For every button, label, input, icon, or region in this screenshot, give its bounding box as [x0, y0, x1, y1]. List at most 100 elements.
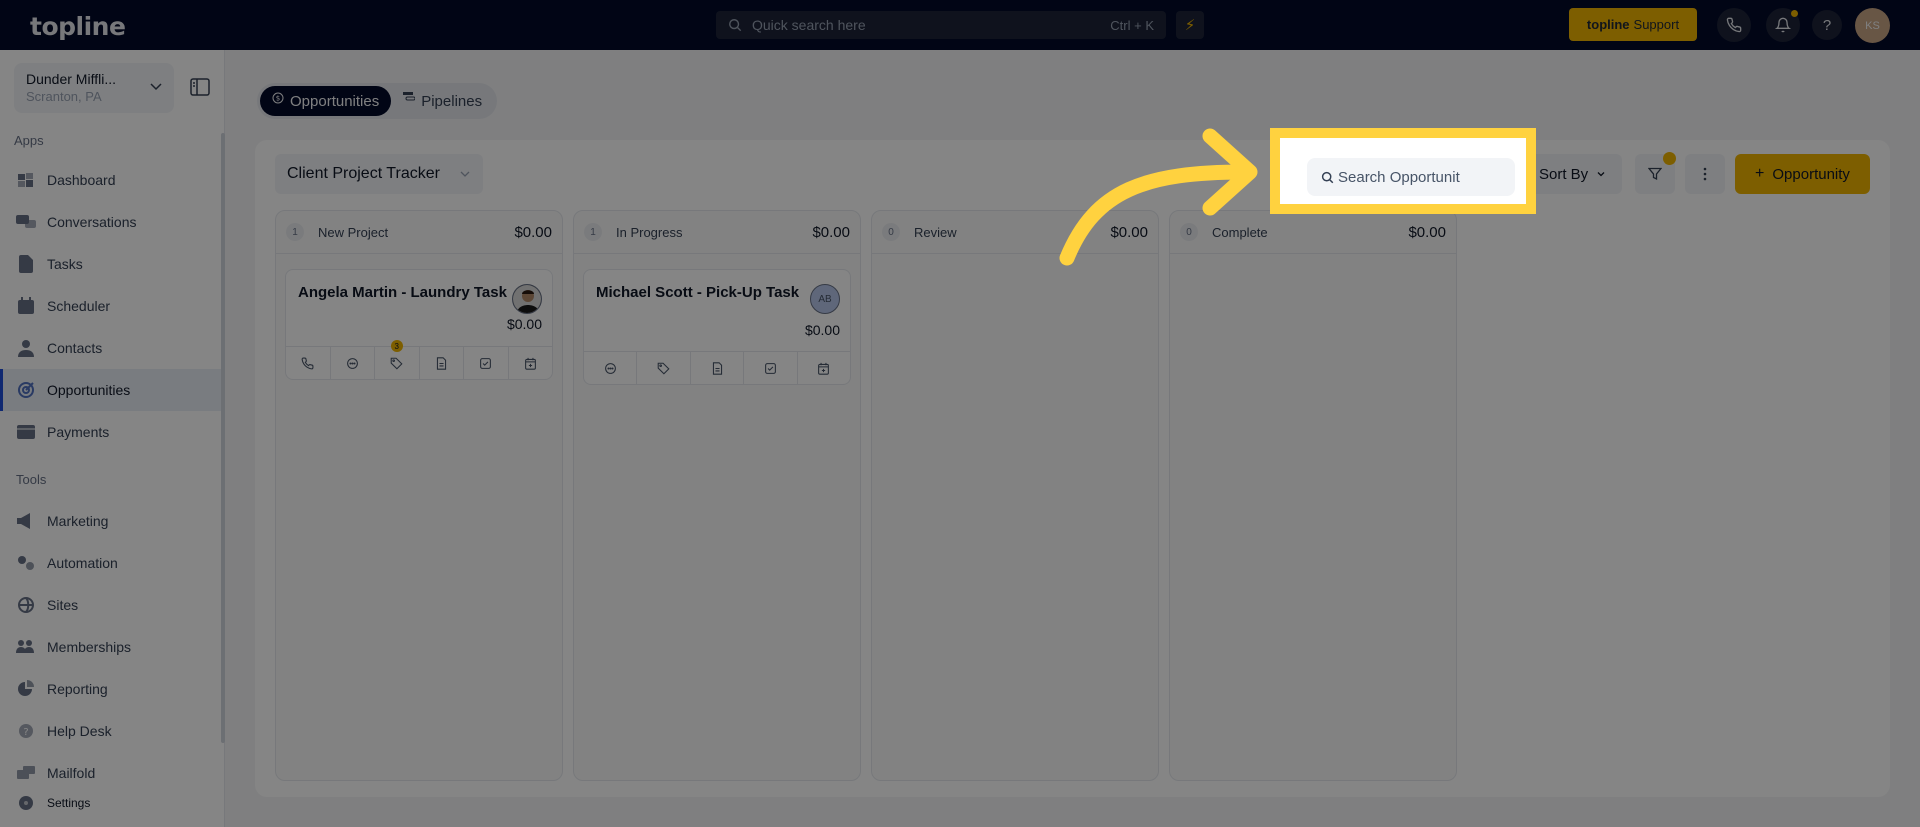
card-title: Michael Scott - Pick-Up Task [596, 284, 800, 301]
stage-header: 1 In Progress $0.00 [574, 211, 860, 254]
tab-opportunities[interactable]: $ Opportunities [260, 86, 392, 116]
stage-column-complete: 0 Complete $0.00 [1169, 210, 1457, 781]
sidebar-item-contacts[interactable]: Contacts [0, 327, 221, 369]
add-opportunity-button[interactable]: + Opportunity [1735, 154, 1870, 194]
document-icon [436, 356, 446, 370]
stage-title: Review [914, 224, 957, 240]
call-action[interactable] [286, 347, 331, 379]
location-switcher[interactable]: Dunder Miffli... Scranton, PA [14, 63, 174, 113]
card-title: Angela Martin - Laundry Task [298, 284, 507, 301]
sidebar-item-scheduler[interactable]: Scheduler [0, 285, 221, 327]
phone-call-icon [301, 357, 314, 369]
sidebar-item-help-desk[interactable]: ? Help Desk [0, 710, 221, 752]
sidebar-item-dashboard[interactable]: Dashboard [0, 159, 221, 201]
stage-count: 1 [584, 223, 602, 241]
opportunity-card[interactable]: Michael Scott - Pick-Up Task AB $0.00 [583, 269, 851, 385]
sort-by-button[interactable]: Sort By [1527, 154, 1622, 194]
help-button[interactable]: ? [1812, 10, 1842, 40]
tag-count-badge: 3 [390, 340, 403, 352]
top-bar: topline Quick search here Ctrl + K ⚡ top… [0, 0, 1920, 50]
tab-label: Opportunities [290, 92, 380, 110]
checkbox-icon [765, 362, 776, 374]
phone-button[interactable] [1717, 8, 1751, 42]
tags-action[interactable] [637, 352, 691, 384]
chat-bubble-icon [604, 362, 616, 374]
megaphone-icon [16, 512, 36, 530]
message-action[interactable] [584, 352, 638, 384]
quick-search-input[interactable]: Quick search here Ctrl + K [716, 11, 1166, 39]
pipeline-name: Client Project Tracker [287, 165, 440, 182]
task-action[interactable] [744, 352, 798, 384]
highlight-frame: Search Opportunit [1270, 128, 1536, 214]
sidebar-item-payments[interactable]: Payments [0, 411, 221, 453]
appointment-action[interactable] [798, 352, 850, 384]
add-opportunity-label: Opportunity [1772, 165, 1850, 183]
stage-amount: $0.00 [514, 223, 552, 241]
tags-action[interactable]: 3 [375, 340, 420, 379]
sidebar-item-conversations[interactable]: Conversations [0, 201, 221, 243]
logo[interactable]: topline [30, 12, 126, 41]
stage-header: 0 Complete $0.00 [1170, 211, 1456, 254]
sidebar-scrollbar[interactable] [221, 133, 225, 743]
stage-title: New Project [318, 224, 389, 240]
sidebar-collapse-icon[interactable] [190, 78, 210, 96]
svg-text:$: $ [276, 95, 280, 103]
nav-label: Payments [47, 424, 110, 440]
contact-avatar[interactable]: AB [810, 284, 840, 314]
sidebar-item-memberships[interactable]: Memberships [0, 626, 221, 668]
tab-pipelines[interactable]: Pipelines [391, 86, 494, 116]
mail-icon [16, 764, 36, 782]
chevron-down-icon [1597, 172, 1605, 177]
card-amount: $0.00 [804, 322, 840, 338]
help-icon: ? [16, 722, 36, 740]
stage-amount: $0.00 [1110, 223, 1148, 241]
pipeline-select[interactable]: Client Project Tracker [275, 154, 483, 194]
stage-column-review: 0 Review $0.00 [871, 210, 1159, 781]
support-brand: topline [1586, 17, 1630, 32]
chevron-down-icon [150, 83, 162, 91]
phone-icon [1726, 17, 1742, 33]
support-button[interactable]: topline Support [1569, 8, 1697, 41]
search-opportunities-input[interactable]: Search Opportunit [1307, 158, 1515, 196]
chat-bubble-icon [346, 357, 358, 369]
globe-icon [16, 596, 36, 614]
notes-action[interactable] [420, 347, 464, 379]
appointment-action[interactable] [509, 347, 553, 379]
dashboard-icon [16, 171, 36, 189]
opportunity-card[interactable]: Angela Martin - Laundry Task $0.00 3 [285, 269, 553, 380]
message-action[interactable] [331, 347, 375, 379]
search-icon [1321, 171, 1334, 183]
tag-icon [657, 362, 670, 375]
notifications-button[interactable] [1766, 8, 1800, 42]
stage-count: 0 [882, 223, 900, 241]
nav-label: Sites [47, 597, 79, 613]
sidebar-item-settings[interactable]: Settings [0, 787, 221, 819]
notes-action[interactable] [691, 352, 745, 384]
sidebar-item-reporting[interactable]: Reporting [0, 668, 221, 710]
stage-header: 1 New Project $0.00 [276, 211, 562, 254]
contact-avatar[interactable] [512, 284, 542, 314]
plus-icon: + [1755, 165, 1765, 182]
question-icon: ? [1822, 16, 1832, 34]
stage-title: In Progress [616, 224, 683, 240]
quick-actions-button[interactable]: ⚡ [1176, 11, 1204, 39]
sidebar-item-tasks[interactable]: Tasks [0, 243, 221, 285]
view-tabs: $ Opportunities Pipelines [257, 83, 498, 119]
nav-label: Dashboard [47, 172, 116, 188]
location-name: Dunder Miffli... [26, 71, 116, 87]
document-icon [712, 361, 722, 375]
search-opportunities-placeholder: Search Opportunit [1338, 168, 1460, 186]
sidebar-item-automation[interactable]: Automation [0, 542, 221, 584]
card-actions: 3 [286, 340, 553, 379]
more-options-button[interactable] [1685, 154, 1725, 194]
sidebar-item-marketing[interactable]: Marketing [0, 500, 221, 542]
task-action[interactable] [464, 347, 509, 379]
sidebar-item-sites[interactable]: Sites [0, 584, 221, 626]
user-avatar[interactable]: KS [1855, 8, 1890, 43]
sidebar-item-opportunities[interactable]: Opportunities [0, 369, 221, 411]
stage-title: Complete [1212, 224, 1268, 240]
nav-label: Opportunities [47, 382, 131, 398]
tab-label: Pipelines [421, 92, 483, 110]
stage-header: 0 Review $0.00 [872, 211, 1158, 254]
nav-label: Conversations [47, 214, 137, 230]
